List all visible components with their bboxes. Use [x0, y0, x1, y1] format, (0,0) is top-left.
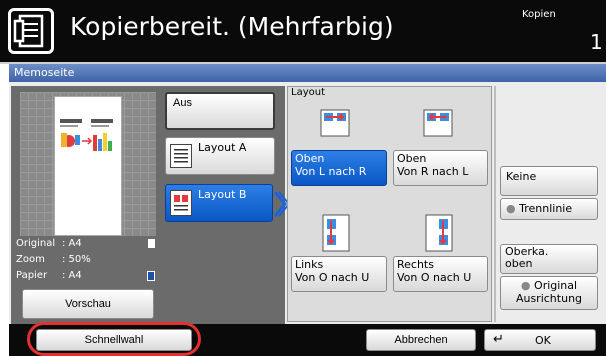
orientation-original-button[interactable]: ● Original Ausrichtung [500, 276, 598, 310]
layout-right-tb-icon [422, 213, 456, 253]
radio-dot-icon: ● [506, 202, 516, 215]
paper-tray-icon [147, 271, 155, 281]
copies-count: 1 [590, 30, 603, 54]
layout-b-icon [170, 190, 192, 216]
orientation-top-line2: oben [505, 257, 533, 270]
mode-off-button[interactable]: Aus [165, 92, 275, 130]
orientation-top-edge-button[interactable]: Oberka. oben [500, 244, 598, 274]
layout-left-line1: Links [295, 258, 324, 271]
layout-top-rl-line2: Von R nach L [397, 165, 469, 178]
ok-button[interactable]: ↵ OK [484, 329, 596, 351]
orientation-original-line1: Original [534, 279, 578, 292]
border-dividing-line-button[interactable]: ● Trennlinie [500, 198, 598, 220]
mode-layout-b-button[interactable]: Layout B [165, 184, 273, 222]
layout-top-left-to-right-button[interactable]: Oben Von L nach R [291, 150, 387, 186]
original-size-row: Original: A4 [16, 238, 82, 249]
border-none-label: Keine [506, 170, 537, 183]
layout-top-lr-line2: Von L nach R [295, 165, 367, 178]
layout-right-line1: Rechts [397, 258, 434, 271]
layout-a-label: Layout A [198, 141, 247, 154]
layout-b-label: Layout B [198, 188, 247, 201]
copy-mode-icon [8, 8, 54, 54]
layout-right-top-to-bottom-button[interactable]: Rechts Von O nach U [393, 256, 488, 292]
copies-label: Kopien [522, 9, 556, 20]
layout-top-right-to-left-button[interactable]: Oben Von R nach L [393, 150, 488, 186]
layout-left-tb-icon [319, 213, 353, 253]
layout-right-line2: Von O nach U [397, 271, 472, 284]
ok-label: OK [535, 334, 551, 347]
layout-top-lr-line1: Oben [295, 152, 325, 165]
layout-top-rl-line1: Oben [397, 152, 427, 165]
preview-page-thumbnail [54, 96, 122, 236]
radio-dot-icon: ● [520, 279, 531, 292]
layout-left-line2: Von O nach U [295, 271, 370, 284]
layout-group-title: Layout [291, 87, 325, 98]
highlight-circle [27, 322, 201, 356]
enter-icon: ↵ [493, 332, 504, 347]
cancel-button[interactable]: Abbrechen [366, 329, 476, 351]
orientation-original-line2: Ausrichtung [515, 292, 583, 305]
paper-size-row: Papier: A4 [16, 270, 82, 281]
mode-layout-a-button[interactable]: Layout A [165, 137, 275, 175]
zoom-row: Zoom: 50% [16, 254, 91, 265]
layout-a-icon [170, 144, 192, 168]
status-title: Kopierbereit. (Mehrfarbig) [70, 12, 394, 41]
portrait-icon [148, 239, 155, 248]
options-divider [494, 86, 496, 322]
layout-top-rl-icon [418, 108, 458, 138]
layout-top-lr-icon [315, 108, 355, 138]
border-dividing-line-label: Trennlinie [519, 202, 573, 215]
dialog-title: Memoseite [9, 64, 606, 82]
layout-left-top-to-bottom-button[interactable]: Links Von O nach U [291, 256, 387, 292]
preview-button[interactable]: Vorschau [22, 289, 154, 319]
border-none-button[interactable]: Keine [500, 166, 598, 196]
